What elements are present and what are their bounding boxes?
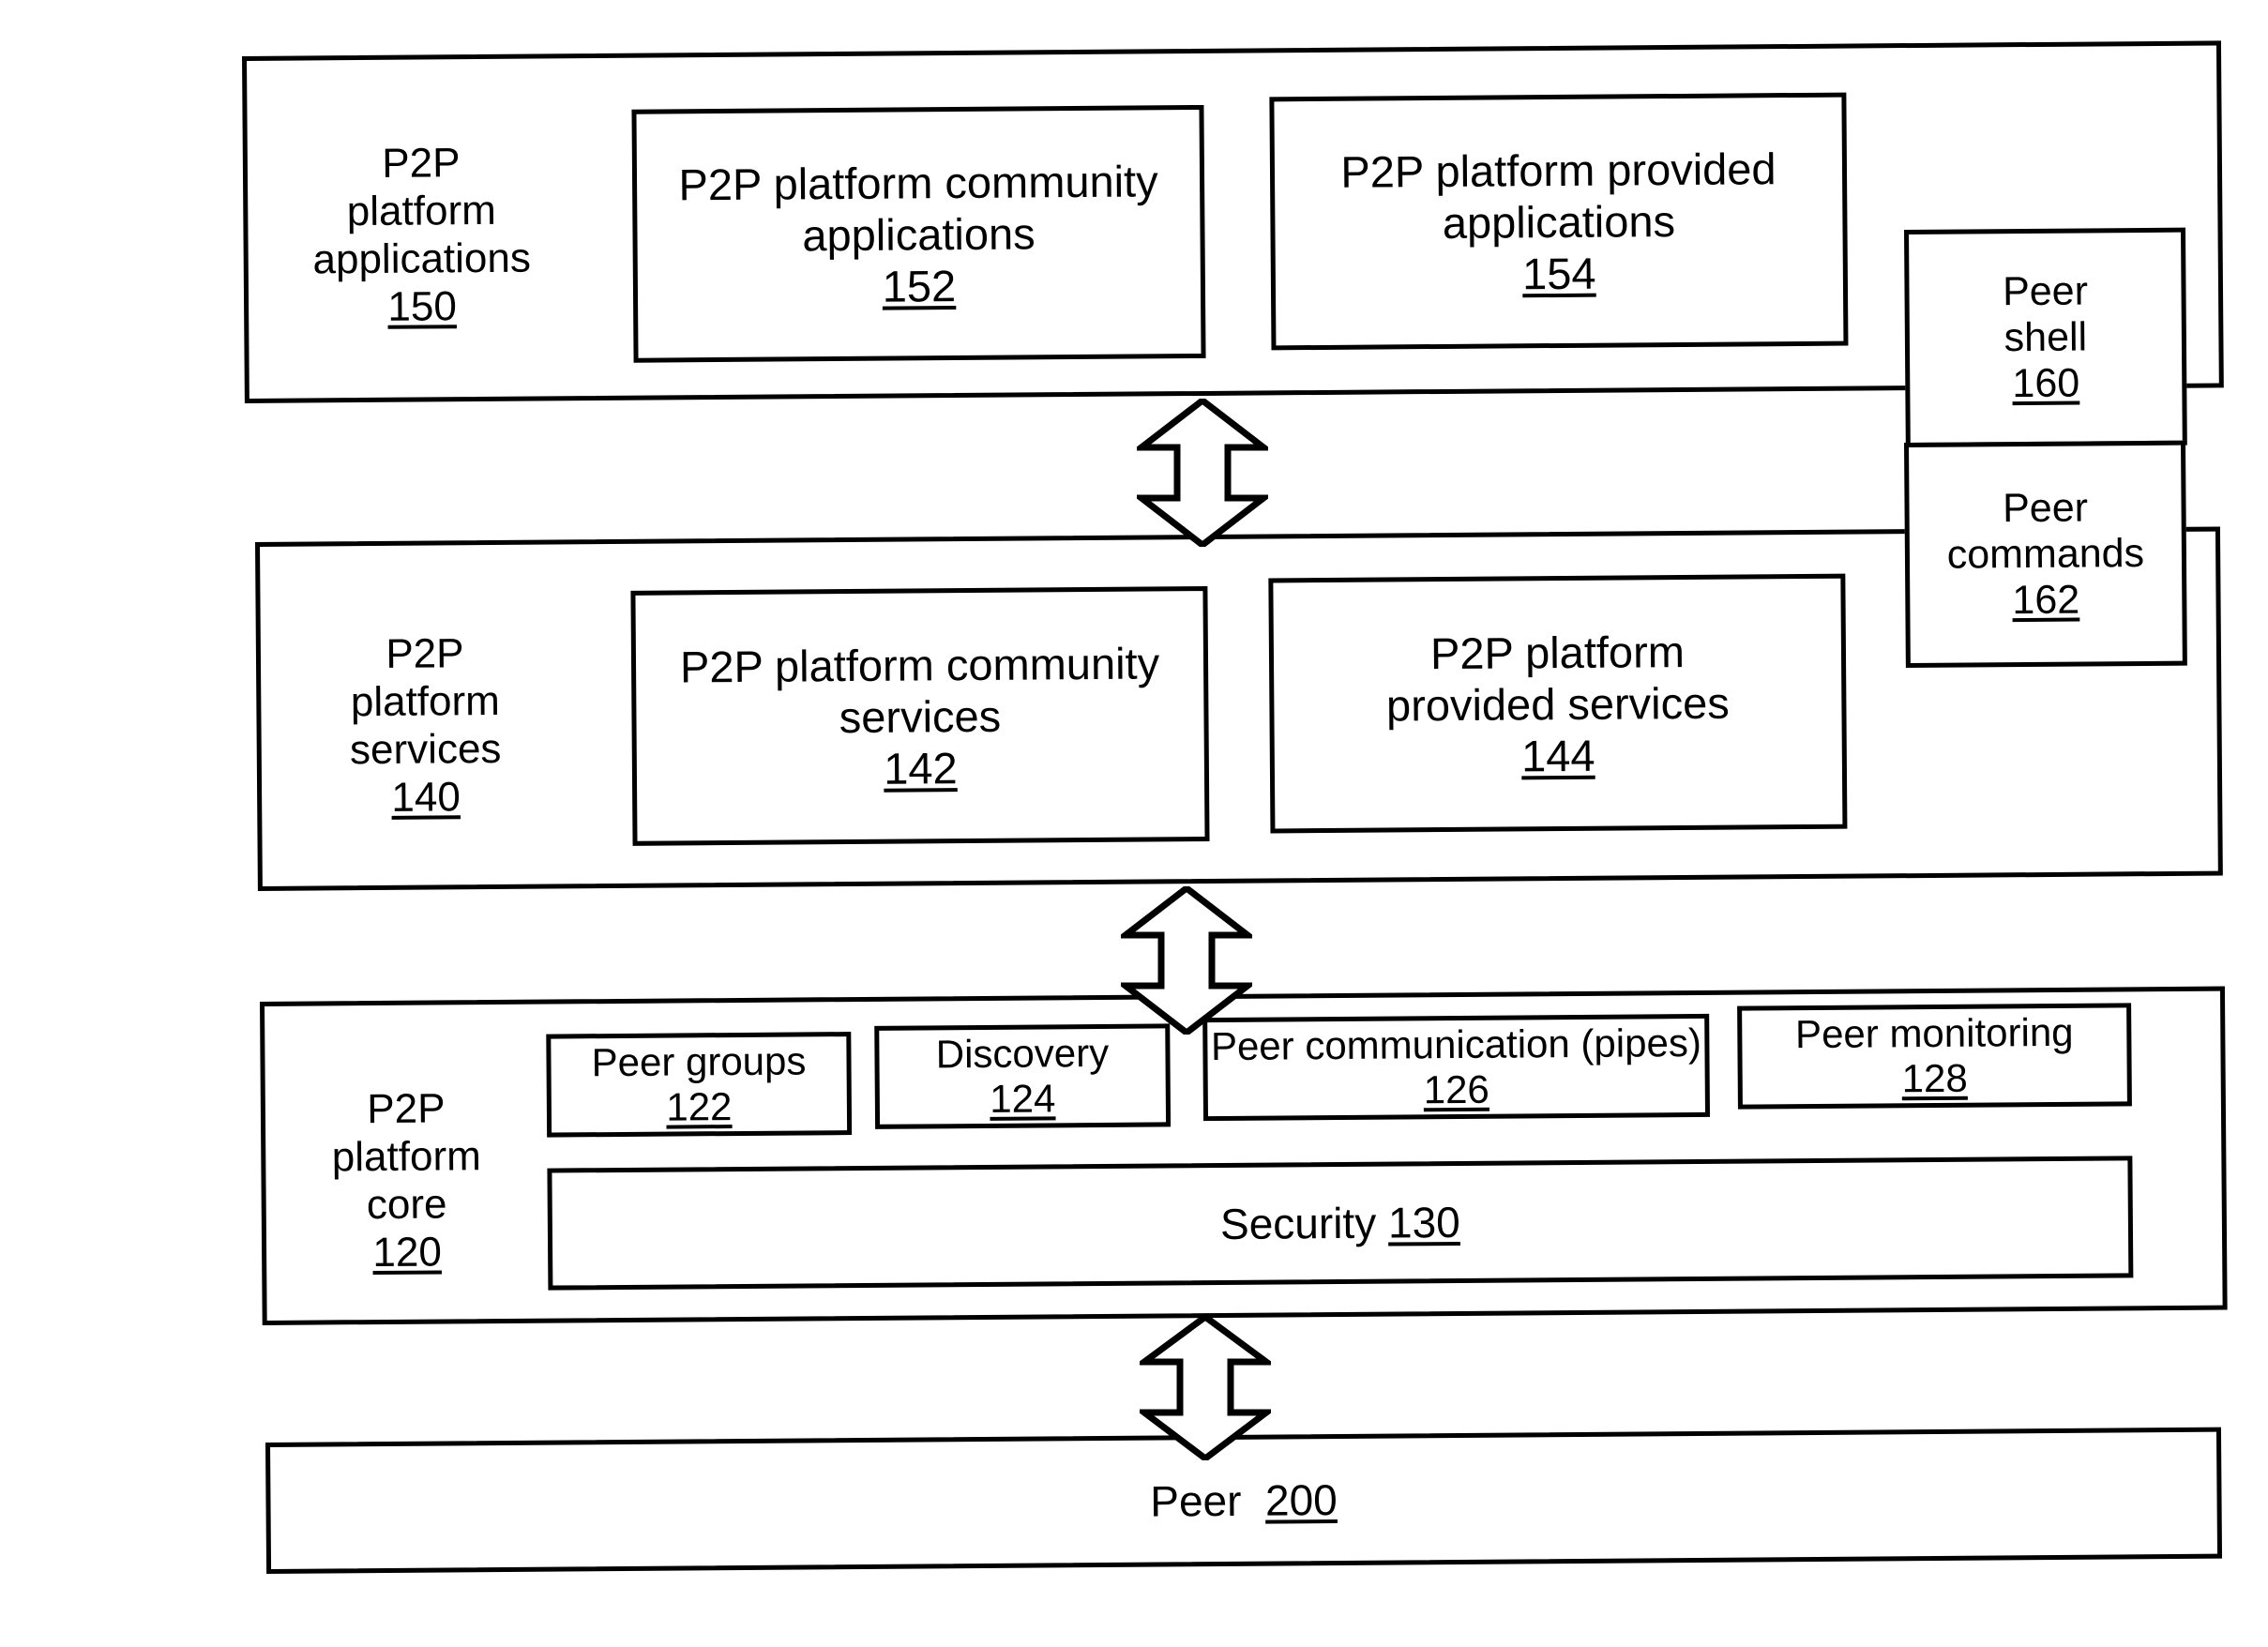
layer-p2p-platform-core: P2P platform core 120 Peer groups 122 Di… xyxy=(260,986,2228,1325)
ref-144: 144 xyxy=(1520,730,1595,780)
ref-142: 142 xyxy=(883,742,958,793)
box-discovery[interactable]: Discovery 124 xyxy=(874,1023,1172,1129)
layer-label-applications: P2P platform applications 150 xyxy=(312,140,532,330)
box-peer-commands[interactable]: Peer commands 162 xyxy=(1904,440,2187,668)
ref-120: 120 xyxy=(372,1229,442,1277)
diagram-canvas: P2P platform applications 150 P2P platfo… xyxy=(0,0,2268,1647)
ref-160: 160 xyxy=(2012,360,2080,406)
layer-label-core: P2P platform core 120 xyxy=(331,1085,481,1277)
box-p2p-platform-provided-applications[interactable]: P2P platform provided applications 154 xyxy=(1269,92,1849,351)
peer-label-wrap: Peer 200 xyxy=(1150,1474,1338,1527)
layer-label-services: P2P platform services 140 xyxy=(349,630,502,821)
box-peer-shell[interactable]: Peer shell 160 xyxy=(1904,227,2187,447)
security-label: Security xyxy=(1219,1198,1377,1248)
ref-154: 154 xyxy=(1521,248,1596,298)
box-p2p-platform-community-services[interactable]: P2P platform community services 142 xyxy=(630,586,1210,846)
ref-130: 130 xyxy=(1387,1197,1460,1247)
box-peer-groups[interactable]: Peer groups 122 xyxy=(546,1032,853,1138)
peer-label: Peer xyxy=(1150,1475,1242,1526)
ref-140: 140 xyxy=(391,774,461,821)
box-security[interactable]: Security 130 xyxy=(547,1156,2134,1291)
applications-services-arrow xyxy=(1137,399,1268,547)
ref-126: 126 xyxy=(1423,1066,1489,1112)
ref-150: 150 xyxy=(387,283,457,330)
box-p2p-platform-community-applications[interactable]: P2P platform community applications 152 xyxy=(631,104,1206,363)
ref-162: 162 xyxy=(2012,577,2080,623)
box-peer-communication-pipes[interactable]: Peer communication (pipes) 126 xyxy=(1202,1013,1711,1122)
ref-124: 124 xyxy=(990,1076,1056,1121)
ref-200: 200 xyxy=(1264,1475,1338,1525)
ref-128: 128 xyxy=(1901,1055,1968,1101)
peer-communication-line1: Peer communication (pipes) xyxy=(1210,1020,1702,1069)
ref-122: 122 xyxy=(666,1084,733,1129)
box-p2p-platform-provided-services[interactable]: P2P platform provided services 144 xyxy=(1268,573,1848,834)
services-core-arrow xyxy=(1121,886,1252,1035)
ref-152: 152 xyxy=(882,260,957,311)
box-peer-monitoring[interactable]: Peer monitoring 128 xyxy=(1737,1003,2132,1110)
core-peer-arrow xyxy=(1140,1315,1271,1460)
